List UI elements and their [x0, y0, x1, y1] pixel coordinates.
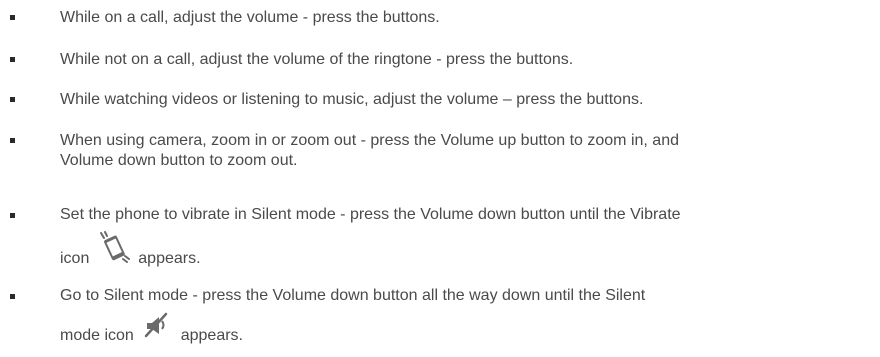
bullet [10, 213, 15, 218]
list-item-text-line1: Set the phone to vibrate in Silent mode … [60, 206, 681, 223]
icon-suffix-text: appears. [138, 250, 201, 267]
list-item-text-line1: When using camera, zoom in or zoom out -… [60, 132, 679, 149]
bullet [10, 138, 15, 143]
icon-suffix-text: appears. [180, 327, 243, 344]
icon-prefix-text: icon [60, 250, 90, 267]
icon-prefix-text: mode icon [60, 327, 134, 344]
list-item-text: While not on a call, adjust the volume o… [60, 51, 574, 68]
instruction-list: While on a call, adjust the volume - pre… [0, 0, 880, 357]
bullet [10, 294, 15, 299]
list-item-text-line1: Go to Silent mode - press the Volume dow… [60, 287, 646, 304]
list-item-text-line2: Volume down button to zoom out. [60, 152, 298, 169]
list-item-text: While on a call, adjust the volume - pre… [60, 9, 440, 26]
bullet [10, 97, 15, 102]
list-item-text: While watching videos or listening to mu… [60, 91, 644, 108]
vibrate-icon [98, 231, 130, 269]
bullet [10, 15, 15, 20]
bullet [10, 57, 15, 62]
mute-icon [144, 312, 170, 346]
